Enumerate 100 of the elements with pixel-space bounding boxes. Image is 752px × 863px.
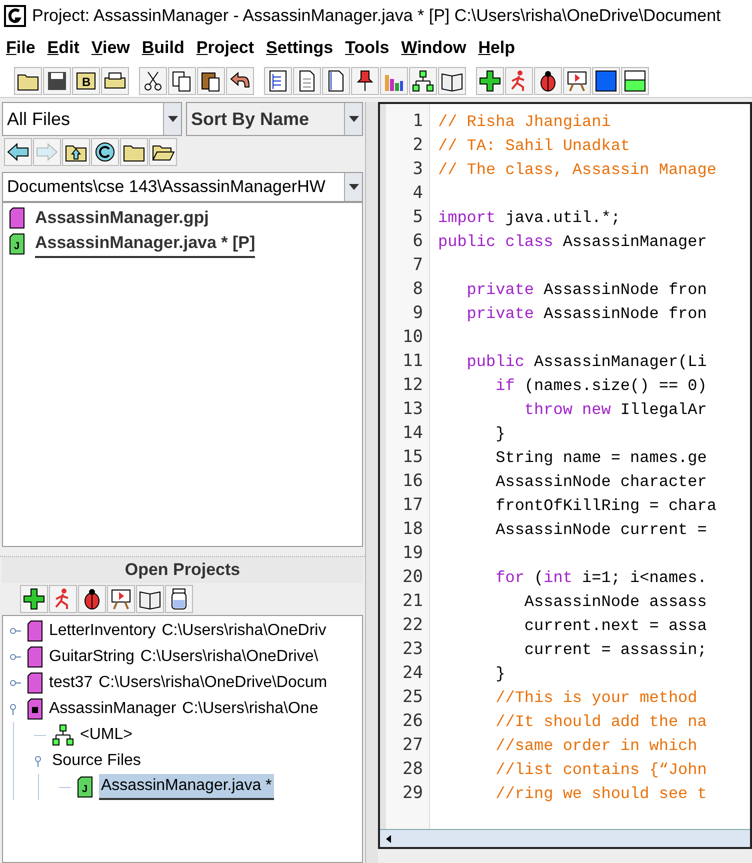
file-icon <box>27 620 43 642</box>
tree-item[interactable]: LetterInventory <box>49 619 156 643</box>
menu-item[interactable]: Project <box>196 35 254 61</box>
code-line: if (names.size() == 0) <box>494 376 707 397</box>
menu-item[interactable]: Settings <box>266 35 334 61</box>
blank-document-icon[interactable] <box>322 66 350 94</box>
line-number: 5 <box>412 206 423 230</box>
line-number: 10 <box>402 326 423 350</box>
caret-icon <box>348 184 358 190</box>
plus-icon[interactable] <box>476 66 504 94</box>
line-number: 11 <box>402 350 423 374</box>
line-number: 18 <box>402 518 423 542</box>
line-number: 26 <box>402 710 423 734</box>
file-icon <box>27 698 43 720</box>
code-line: //same order in which <box>494 736 698 757</box>
tree-item[interactable]: GuitarString <box>49 645 134 669</box>
menu-item[interactable]: Build <box>142 35 184 61</box>
code-line: // The class, Assassin Manage <box>438 160 716 181</box>
menu-item[interactable]: File <box>6 35 36 61</box>
line-number: 19 <box>402 542 423 566</box>
file-list-entry[interactable]: AssassinManager.gpj <box>35 205 209 231</box>
tree-node-handle[interactable] <box>9 625 21 637</box>
java-file-icon: J <box>9 233 25 255</box>
plus-icon[interactable] <box>20 585 48 613</box>
code-line: //list contains {“John <box>494 760 707 781</box>
file-icon <box>27 672 43 694</box>
menu-item[interactable]: Help <box>478 35 516 61</box>
line-number: 3 <box>412 158 423 182</box>
menu-item[interactable]: View <box>91 35 130 61</box>
pushpin-icon[interactable] <box>351 66 379 94</box>
jar-icon[interactable] <box>165 585 193 613</box>
code-line: AssassinNode assass <box>523 592 707 613</box>
code-line: AssassinNode character <box>494 472 707 493</box>
save-icon[interactable] <box>43 66 71 94</box>
line-number: 1 <box>412 110 423 134</box>
tree-item[interactable]: AssassinManager.java * <box>99 774 274 800</box>
menu-item[interactable]: Window <box>401 35 466 61</box>
code-line: //ring we should see t <box>494 784 707 805</box>
line-number: 9 <box>412 302 423 326</box>
refresh-icon[interactable] <box>91 138 119 166</box>
folder-icon[interactable] <box>120 138 148 166</box>
code-line: //It should add the na <box>494 712 707 733</box>
code-line: public AssassinManager(Li <box>466 352 707 373</box>
tree-item[interactable]: AssassinManager <box>49 697 176 721</box>
paste-icon[interactable] <box>197 66 225 94</box>
code-editor[interactable] <box>378 102 752 849</box>
line-number: 25 <box>402 686 423 710</box>
line-number: 7 <box>412 254 423 278</box>
book-icon[interactable] <box>438 66 466 94</box>
tree-item[interactable]: Source Files <box>52 749 141 773</box>
running-figure-icon[interactable] <box>49 585 77 613</box>
document-list-icon[interactable] <box>264 66 292 94</box>
panel-header: Open Projects <box>2 557 363 583</box>
tree-item[interactable]: <UML> <box>80 723 132 747</box>
open-folder-icon[interactable] <box>14 66 42 94</box>
file-filter-dropdown[interactable]: All Files <box>2 102 182 136</box>
file-list-entry[interactable]: AssassinManager.java * [P] <box>35 230 256 258</box>
code-line: AssassinNode current = <box>494 520 707 541</box>
path-dropdown[interactable]: Documents\cse 143\AssassinManagerHW <box>2 172 363 202</box>
code-line: } <box>494 424 506 445</box>
code-line: throw new IllegalAr <box>523 400 707 421</box>
easel-play-icon[interactable] <box>563 66 591 94</box>
easel-play-icon[interactable] <box>107 585 135 613</box>
line-number: 17 <box>402 494 423 518</box>
compile-icon[interactable]: B <box>72 66 100 94</box>
caret-icon <box>348 116 358 122</box>
tree-node-handle[interactable] <box>9 677 21 689</box>
folder-up-icon[interactable] <box>62 138 90 166</box>
book-icon[interactable] <box>136 585 164 613</box>
half-filled-square-icon[interactable] <box>621 66 649 94</box>
running-figure-icon[interactable] <box>505 66 533 94</box>
line-number: 13 <box>402 398 423 422</box>
app-logo-icon <box>4 5 26 27</box>
code-line: current.next = assa <box>523 616 707 637</box>
menu-item[interactable]: Edit <box>47 35 80 61</box>
scissors-icon[interactable] <box>139 66 167 94</box>
window-title: Project: AssassinManager - AssassinManager.java * [P] C:\Users\risha\OneDrive\Document <box>32 5 721 28</box>
project-path: C:\Users\risha\One <box>182 699 318 719</box>
horizontal-scrollbar[interactable] <box>380 829 750 847</box>
filled-square-icon[interactable] <box>592 66 620 94</box>
sort-dropdown[interactable]: Sort By Name <box>186 102 363 136</box>
ladybug-icon[interactable] <box>534 66 562 94</box>
bar-chart-icon[interactable] <box>380 66 408 94</box>
line-number: 12 <box>402 374 423 398</box>
hierarchy-icon <box>52 724 74 746</box>
document-icon[interactable] <box>293 66 321 94</box>
code-line: } <box>494 664 506 685</box>
line-number: 24 <box>402 662 423 686</box>
ladybug-icon[interactable] <box>78 585 106 613</box>
copy-icon[interactable] <box>168 66 196 94</box>
code-line: // Risha Jhangiani <box>438 112 611 133</box>
java-file-icon: J <box>77 776 93 798</box>
code-line: frontOfKillRing = chara <box>494 496 716 517</box>
tree-node-handle[interactable] <box>9 651 21 663</box>
printer-icon[interactable] <box>101 66 129 94</box>
line-number: 23 <box>402 638 423 662</box>
hierarchy-icon[interactable] <box>409 66 437 94</box>
menu-item[interactable]: Tools <box>345 35 390 61</box>
folder-icon[interactable] <box>149 138 177 166</box>
tree-item[interactable]: test37 <box>49 671 93 695</box>
